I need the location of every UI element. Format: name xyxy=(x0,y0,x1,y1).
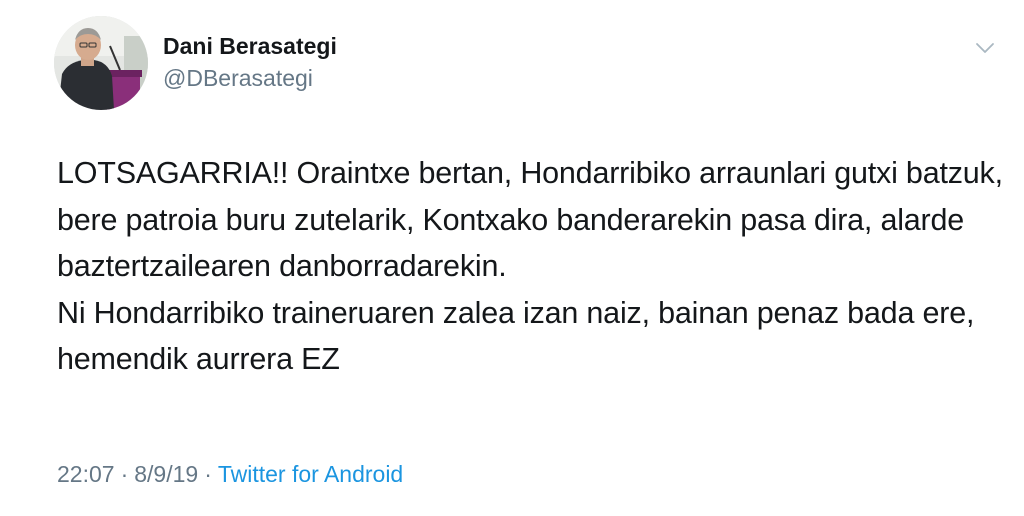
chevron-down-icon[interactable] xyxy=(974,40,996,56)
meta-separator: · xyxy=(120,461,129,487)
author-handle[interactable]: @DBerasategi xyxy=(163,65,313,92)
author-display-name[interactable]: Dani Berasategi xyxy=(163,33,337,60)
tweet-time: 22:07 xyxy=(57,461,115,487)
meta-separator: · xyxy=(204,461,212,487)
tweet-card: Dani Berasategi @DBerasategi LOTSAGARRIA… xyxy=(0,0,1024,516)
chevron-down-icon-svg xyxy=(976,43,994,53)
tweet-text: LOTSAGARRIA!! Oraintxe bertan, Hondarrib… xyxy=(57,156,1003,376)
avatar[interactable] xyxy=(54,16,148,110)
avatar-image xyxy=(54,16,148,110)
tweet-source-link[interactable]: Twitter for Android xyxy=(218,461,403,487)
tweet-meta: 22:07 · 8/9/19 · Twitter for Android xyxy=(57,461,403,488)
tweet-date[interactable]: 8/9/19 xyxy=(134,461,198,487)
